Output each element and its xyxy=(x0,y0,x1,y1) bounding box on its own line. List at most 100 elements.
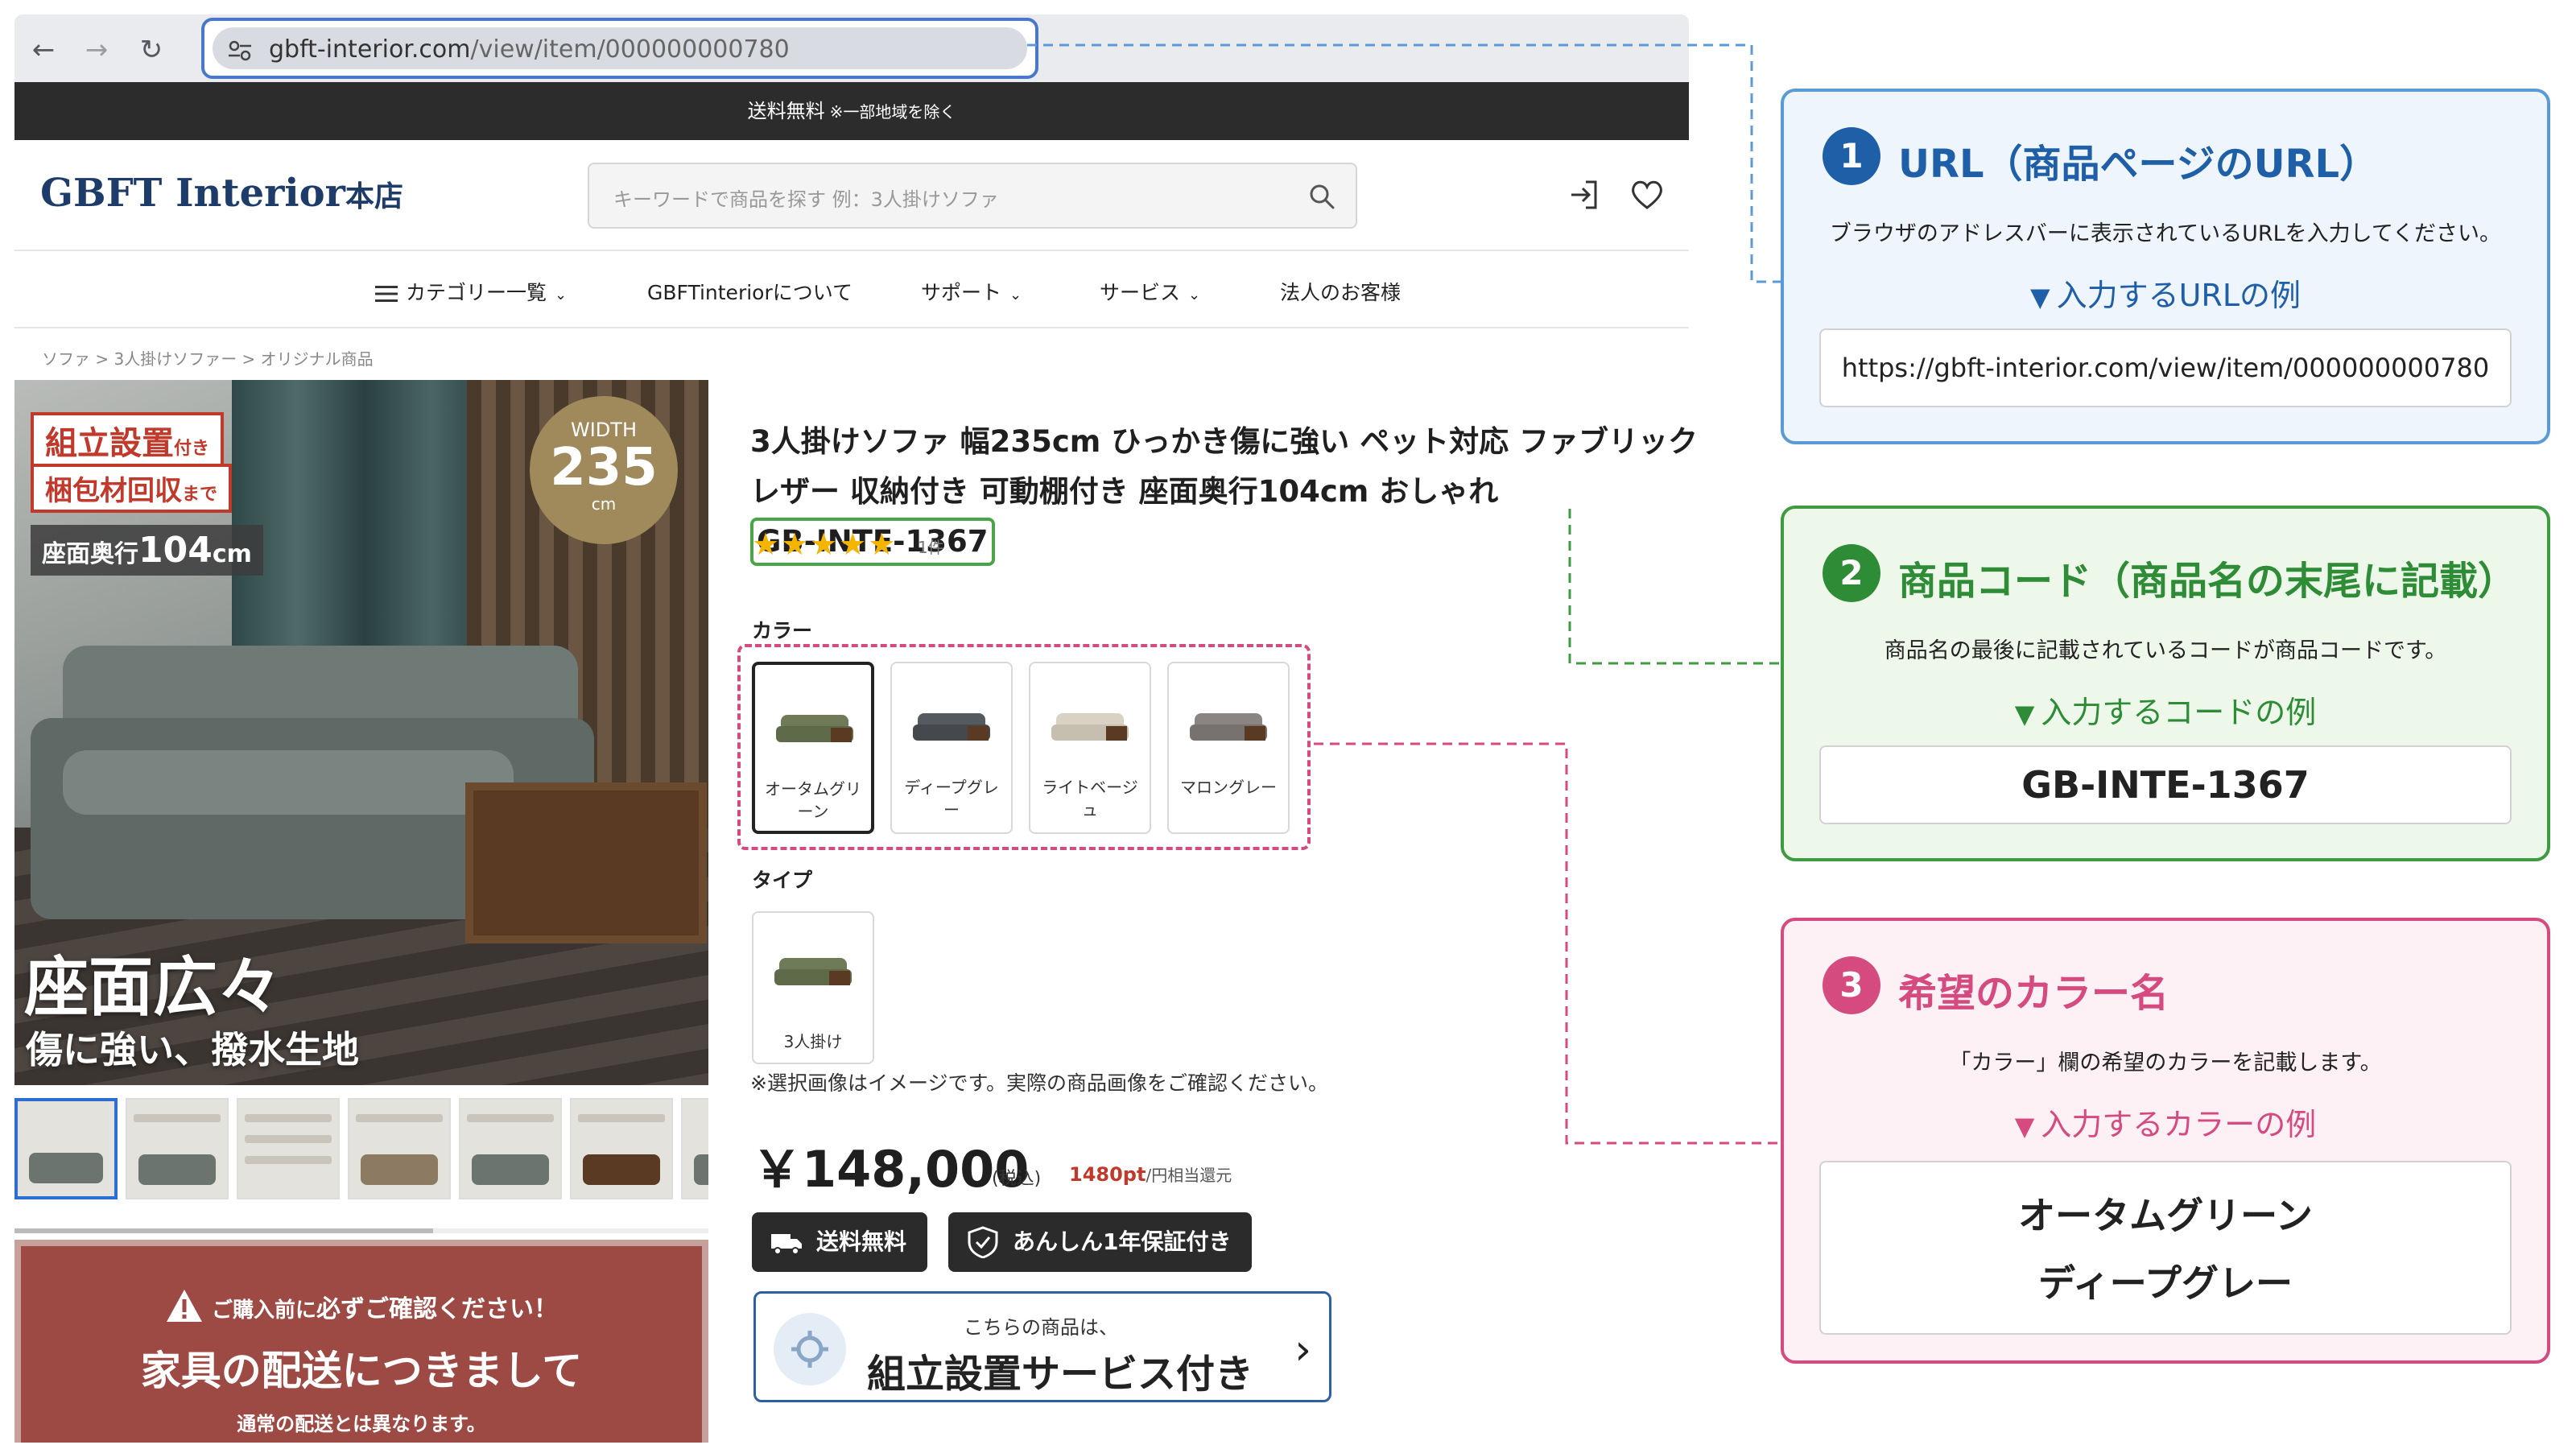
thumbnail-1[interactable] xyxy=(14,1098,118,1199)
color-option-light-beige[interactable]: ライトベージュ xyxy=(1029,662,1151,834)
thumbnail-sofa xyxy=(29,1153,103,1183)
truck-icon xyxy=(771,1234,802,1255)
points-value: 1480pt xyxy=(1069,1163,1146,1186)
nav-support[interactable]: サポート ⌄ xyxy=(921,277,1022,306)
thumbnail-bar xyxy=(245,1156,332,1164)
tools-icon xyxy=(774,1313,846,1385)
thumbnail-bar xyxy=(245,1114,332,1122)
triangle-down-icon: ▼ xyxy=(2030,282,2050,312)
example-color-1: オータムグリーン xyxy=(2018,1194,2313,1237)
delivery-notice-banner[interactable]: ご購入前に必ずご確認ください！ 家具の配送につきまして 通常の配送とは異なります… xyxy=(14,1240,708,1443)
color-option-autumn-green[interactable]: オータムグリーン xyxy=(752,662,874,834)
back-arrow-icon[interactable]: ← xyxy=(27,34,60,66)
annotation-url: 1 URL（商品ページのURL） ブラウザのアドレスバーに表示されているURLを… xyxy=(1781,89,2550,444)
thumbnail-sofa xyxy=(694,1154,708,1185)
logo-suffix: 本店 xyxy=(345,180,403,213)
annotation-heading: 希望のカラー名 xyxy=(1898,971,2169,1016)
image-disclaimer: ※選択画像はイメージです。実際の商品画像をご確認ください。 xyxy=(750,1071,1328,1095)
product-price: ￥148,000 xyxy=(752,1140,1030,1199)
image-sofa-cushion xyxy=(63,750,514,815)
nav-about[interactable]: GBFTinteriorについて xyxy=(647,277,852,306)
free-shipping-text: 送料無料 xyxy=(747,100,825,122)
color-section-label: カラー xyxy=(752,619,813,642)
notice-line1-pre: ご購入前に xyxy=(211,1298,316,1323)
annotation-number: 2 xyxy=(1823,544,1880,602)
color-option-label: ライトベージュ xyxy=(1042,778,1138,819)
thumbnail-7[interactable] xyxy=(681,1098,708,1199)
search-box[interactable]: キーワードで商品を探す 例：3人掛けソファ xyxy=(588,163,1357,229)
color-option-label: マロングレー xyxy=(1180,778,1277,797)
rating-stars-icon[interactable]: ★★★★★ xyxy=(752,526,897,562)
reload-icon[interactable]: ↻ xyxy=(135,34,167,66)
nav-service[interactable]: サービス ⌄ xyxy=(1100,277,1200,306)
review-count[interactable]: 1件 xyxy=(918,535,944,558)
thumbnail-sofa xyxy=(472,1154,549,1185)
nav-category[interactable]: カテゴリー一覧 ⌄ xyxy=(375,277,567,306)
annotation-heading: 商品コード（商品名の末尾に記載） xyxy=(1898,559,2517,604)
example-url-field: https://gbft-interior.com/view/item/0000… xyxy=(1819,328,2512,407)
sofa-thumbnail-icon xyxy=(913,713,990,741)
width-badge: WIDTH 235 cm xyxy=(530,396,678,544)
packaging-badge-main: 梱包材回収 xyxy=(45,475,182,507)
nav-category-label: カテゴリー一覧 xyxy=(406,281,547,304)
thumbnail-5[interactable] xyxy=(459,1098,562,1199)
search-placeholder: キーワードで商品を探す 例：3人掛けソファ xyxy=(613,188,999,211)
seat-depth-unit: cm xyxy=(212,540,252,568)
example-color-field: オータムグリーン ディープグレー xyxy=(1819,1161,2512,1335)
packaging-badge: 梱包材回収まで xyxy=(31,464,233,513)
thumbnail-bar xyxy=(467,1114,554,1122)
notice-line3: 通常の配送とは異なります。 xyxy=(237,1413,486,1435)
site-settings-icon[interactable] xyxy=(227,39,253,63)
type-section-label: タイプ xyxy=(752,869,813,892)
site-logo[interactable]: GBFT Interior本店 xyxy=(40,171,403,216)
nav-about-label: GBFTinteriorについて xyxy=(647,281,852,304)
color-option-deep-gray[interactable]: ディープグレー xyxy=(890,662,1013,834)
annotation-example-label: ▼ 入力するカラーの例 xyxy=(1784,1100,2547,1144)
color-option-marron-gray[interactable]: マロングレー xyxy=(1167,662,1290,834)
warranty-tag-label: あんしん1年保証付き xyxy=(1013,1228,1232,1255)
url-text[interactable]: gbft-interior.com/view/item/000000000780 xyxy=(269,35,790,64)
points-note: /円相当還元 xyxy=(1146,1166,1232,1185)
sofa-thumbnail-icon xyxy=(1051,713,1129,741)
warranty-tag: あんしん1年保証付き xyxy=(948,1212,1253,1272)
chevron-down-icon: ⌄ xyxy=(555,287,568,303)
address-bar[interactable]: gbft-interior.com/view/item/000000000780 xyxy=(213,27,1027,69)
assembly-service-button[interactable]: こちらの商品は、 組立設置サービス付き › xyxy=(753,1291,1331,1402)
logo-main: GBFT Interior xyxy=(40,171,345,216)
thumbnail-scrollbar-thumb[interactable] xyxy=(14,1228,433,1233)
nav-corporate[interactable]: 法人のお客様 xyxy=(1280,277,1401,306)
thumbnail-strip xyxy=(14,1098,708,1203)
product-main-image[interactable]: 組立設置付き 梱包材回収まで 座面奥行104cm WIDTH 235 cm 座面… xyxy=(14,380,708,1085)
breadcrumb[interactable]: ソファ > 3人掛けソファー > オリジナル商品 xyxy=(42,346,374,369)
thumbnail-3[interactable] xyxy=(237,1098,340,1199)
notice-line1: ご購入前に必ずご確認ください！ xyxy=(21,1288,702,1324)
annotation-product-code: 2 商品コード（商品名の末尾に記載） 商品名の最後に記載されているコードが商品コ… xyxy=(1781,506,2550,861)
address-bar-highlight[interactable]: gbft-interior.com/view/item/000000000780 xyxy=(201,18,1038,79)
thumbnail-bar xyxy=(356,1114,443,1122)
forward-arrow-icon[interactable]: → xyxy=(80,34,113,66)
thumbnail-sofa xyxy=(583,1154,660,1185)
connector-color xyxy=(1314,742,1781,1145)
nav-divider xyxy=(14,327,1689,328)
browser-toolbar: ← → ↻ gbft-interior.com/view/item/000000… xyxy=(14,14,1689,82)
thumbnail-6[interactable] xyxy=(570,1098,673,1199)
free-shipping-tag-label: 送料無料 xyxy=(816,1228,907,1255)
header-divider xyxy=(14,250,1689,251)
url-domain: gbft-interior.com xyxy=(269,35,471,64)
annotation-description: ブラウザのアドレスバーに表示されているURLを入力してください。 xyxy=(1829,221,2502,246)
notice-line1-emph: 必ずご確認ください！ xyxy=(316,1295,558,1323)
type-option-3-seater[interactable]: 3人掛け xyxy=(752,911,874,1064)
seat-depth-value: 104 xyxy=(138,530,213,571)
login-icon[interactable] xyxy=(1565,175,1604,214)
image-side-shelf xyxy=(465,782,707,943)
nav-corporate-label: 法人のお客様 xyxy=(1280,281,1402,304)
assembly-badge-small: 付き xyxy=(174,439,210,459)
nav-support-label: サポート xyxy=(921,281,1002,304)
search-icon[interactable] xyxy=(1306,180,1338,213)
service-button-sub: こちらの商品は、 xyxy=(964,1316,1118,1339)
thumbnail-sofa xyxy=(361,1154,438,1185)
url-path: /view/item/000000000780 xyxy=(470,35,790,64)
thumbnail-2[interactable] xyxy=(126,1098,229,1199)
thumbnail-4[interactable] xyxy=(348,1098,451,1199)
favorite-heart-icon[interactable] xyxy=(1628,175,1666,214)
